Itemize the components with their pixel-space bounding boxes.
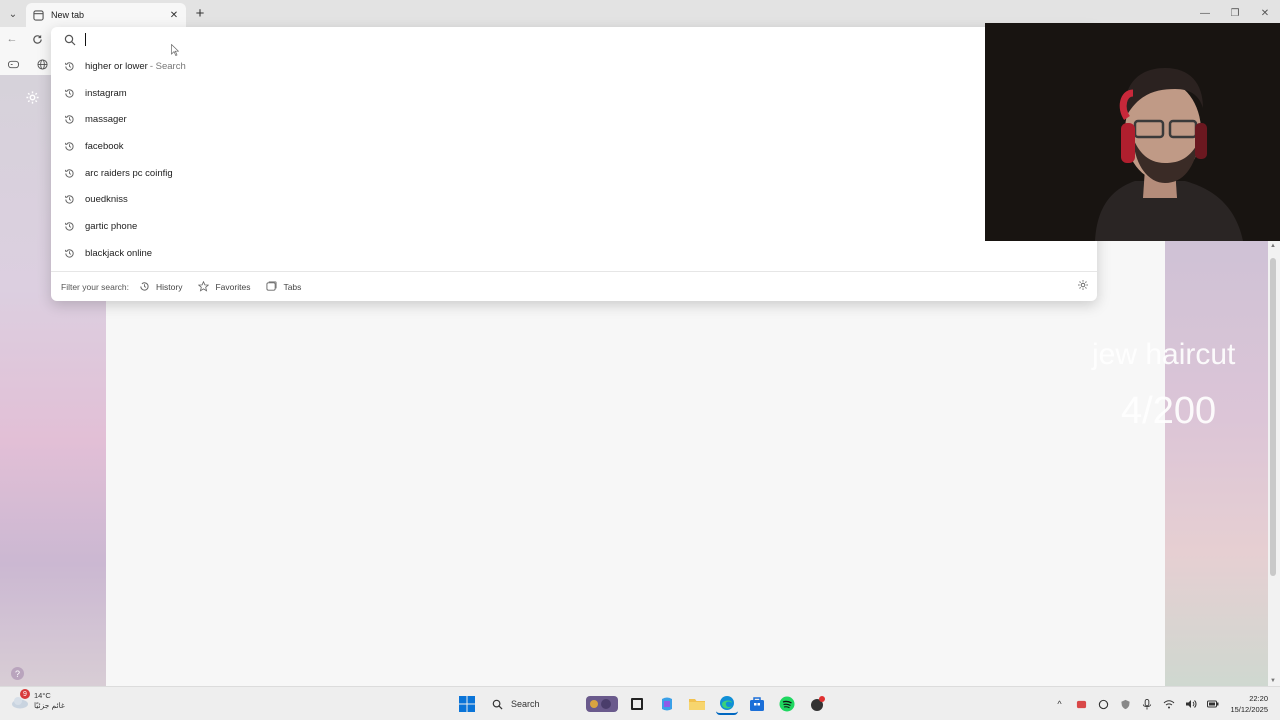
text-caret [85,33,86,46]
suggestion-text: higher or lower [85,60,148,72]
suggestion-text: arc raiders pc coinfig [85,167,173,179]
help-icon[interactable]: ? [11,667,24,680]
gear-icon[interactable] [1077,279,1089,291]
history-icon [63,60,75,72]
tab-actions-chevron-icon[interactable]: ⌄ [4,5,22,23]
suggestion-text: instagram [85,87,127,99]
weather-temperature: 14°C [34,691,51,700]
filter-history-button[interactable]: History [139,281,182,292]
filter-tabs-label: Tabs [283,281,302,292]
task-view-icon[interactable] [626,693,648,715]
tray-shield-icon[interactable] [1119,698,1131,710]
system-clock[interactable]: 22:20 15/12/2025 [1230,693,1268,715]
suggestion-text: facebook [85,140,124,152]
address-bar-dropdown: higher or lower - Search instagram massa… [51,27,1097,301]
windows-start-icon[interactable] [456,693,478,715]
suggestion-item[interactable]: massager [51,106,1097,133]
suggestion-text: gartic phone [85,220,138,232]
history-icon [63,167,75,179]
store-icon[interactable] [746,693,768,715]
edge-icon[interactable] [716,693,738,715]
taskbar-search-label: Search [511,699,540,709]
globe-icon[interactable] [35,57,49,71]
new-tab-page-icon [32,9,44,21]
address-bar[interactable] [51,27,1097,56]
weather-badge: 9 [20,689,30,699]
page-settings-gear-icon[interactable] [24,89,40,105]
spotify-icon[interactable] [776,693,798,715]
suggestion-item[interactable]: arc raiders pc coinfig [51,160,1097,187]
suggestion-item[interactable]: higher or lower - Search [51,53,1097,80]
history-icon [139,281,150,292]
volume-icon[interactable] [1185,698,1197,710]
search-icon [492,699,503,710]
battery-icon[interactable] [1207,698,1219,710]
webcam-person-image [985,23,1280,241]
suggestion-text: blackjack online [85,247,153,259]
history-icon [63,220,75,232]
suggestion-item[interactable]: instagram [51,80,1097,107]
suggestion-item[interactable]: gartic phone [51,213,1097,240]
taskbar-search-box[interactable]: Search [486,693,578,715]
folder-icon[interactable] [686,693,708,715]
history-icon [63,140,75,152]
wifi-icon[interactable] [1163,698,1175,710]
history-icon [63,247,75,259]
background-right [1165,241,1268,686]
widget-game-icon[interactable] [586,693,618,715]
windows-taskbar: 9 14°C غائم جزئيًا Search ^ 22:20 15/12/… [0,686,1280,720]
scrollbar-thumb[interactable] [1270,258,1276,576]
tray-app-icon[interactable] [1075,698,1087,710]
search-filter-row: Filter your search: History Favorites Ta… [51,271,1097,301]
filter-label: Filter your search: [61,281,130,292]
suggestion-item[interactable]: ouedkniss [51,186,1097,213]
gamepad-icon[interactable] [6,57,20,71]
scroll-up-arrow-icon[interactable]: ▲ [1270,243,1276,249]
filter-tabs-button[interactable]: Tabs [266,281,301,292]
weather-icon: 9 [10,689,30,711]
history-icon [63,87,75,99]
clock-date: 15/12/2025 [1230,705,1268,714]
tab-close-icon[interactable]: ✕ [168,9,180,21]
suggestion-item[interactable]: blackjack online [51,240,1097,267]
weather-widget[interactable]: 9 14°C غائم جزئيًا [10,689,65,711]
taskbar-apps: Search [452,690,832,718]
suggestion-text: ouedkniss [85,194,128,206]
filter-favorites-button[interactable]: Favorites [198,281,250,292]
suggestion-list: higher or lower - Search instagram massa… [51,53,1097,267]
filter-history-label: History [156,281,183,292]
new-tab-button[interactable]: + [192,5,208,22]
back-icon[interactable]: ← [5,32,19,46]
chevron-up-icon[interactable]: ^ [1053,698,1065,710]
tray-network-app-icon[interactable] [1097,698,1109,710]
refresh-icon[interactable] [30,32,44,46]
app-notification-icon[interactable] [806,693,828,715]
history-icon [63,194,75,206]
weather-description: غائم جزئيًا [34,701,65,710]
microphone-icon[interactable] [1141,698,1153,710]
clock-time: 22:20 [1249,694,1268,703]
stream-overlay-counter: 4/200 [1121,390,1217,432]
search-icon [64,34,76,46]
suggestion-suffix: - Search [149,60,186,72]
stream-overlay-title: jew haircut [1092,338,1236,371]
webcam-overlay [985,23,1280,241]
tab-title: New tab [51,10,85,20]
suggestion-text: massager [85,114,127,126]
tabs-icon [266,281,277,292]
system-tray: ^ 22:20 15/12/2025 [1048,687,1280,720]
history-icon [63,114,75,126]
copilot-icon[interactable] [656,693,678,715]
star-icon [198,281,210,292]
suggestion-item[interactable]: facebook [51,133,1097,160]
filter-favorites-label: Favorites [215,281,251,292]
tab-new-tab[interactable]: New tab ✕ [26,3,186,27]
scroll-down-arrow-icon[interactable]: ▼ [1270,678,1276,684]
